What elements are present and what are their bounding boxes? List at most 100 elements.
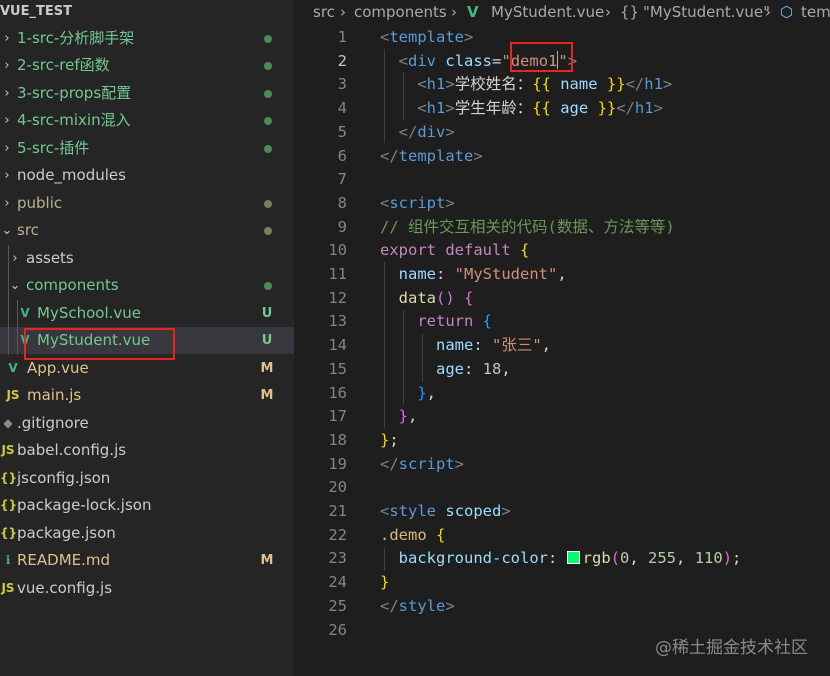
file-tree-item[interactable]: ℹ README.md M [0, 547, 294, 574]
code-line[interactable]: 12 data() { [294, 286, 830, 310]
file-tree-item[interactable]: ⌄ components [0, 272, 294, 299]
breadcrumb-file[interactable]: MyStudent.vue [491, 0, 604, 24]
code-line[interactable]: 9 // 组件交互相关的代码(数据、方法等等) [294, 215, 830, 239]
chevron-down-icon[interactable]: ⌄ [8, 272, 22, 299]
code-line[interactable]: 17 }, [294, 404, 830, 428]
code-line[interactable]: 1 <template> [294, 25, 830, 49]
code-line[interactable]: 15 age: 18, [294, 357, 830, 381]
code-line[interactable]: 11 name: "MyStudent", [294, 262, 830, 286]
code-line[interactable]: 23 background-color: rgb(0, 255, 110); [294, 546, 830, 570]
file-tree-item[interactable]: ⌄ src [0, 217, 294, 244]
file-tree-item[interactable]: › 2-src-ref函数 [0, 52, 294, 79]
chevron-right-icon[interactable]: › [0, 190, 14, 217]
watermark: @稀土掘金技术社区 [655, 638, 808, 658]
file-tree-item[interactable]: {} package-lock.json [0, 492, 294, 519]
code-line[interactable]: 22 .demo { [294, 523, 830, 547]
code-line[interactable]: 2 <div class="demo1"> [294, 49, 830, 73]
chevron-down-icon[interactable]: ⌄ [0, 217, 14, 244]
file-tree-item[interactable]: › 1-src-分析脚手架 [0, 25, 294, 52]
chevron-right-icon[interactable]: › [0, 162, 14, 189]
code-line[interactable]: 25 </style> [294, 594, 830, 618]
file-tree-item-label: main.js [27, 386, 82, 404]
code-content: name: "MyStudent", [380, 262, 567, 286]
code-line[interactable]: 7 [294, 167, 830, 191]
file-tree-item[interactable]: {} package.json [0, 520, 294, 547]
code-line[interactable]: 16 }, [294, 381, 830, 405]
file-tree-item[interactable]: › node_modules [0, 162, 294, 189]
breadcrumb-src[interactable]: src [313, 0, 335, 24]
code-content: <div class="demo1"> [380, 49, 577, 73]
code-line[interactable]: 5 </div> [294, 120, 830, 144]
file-tree-item[interactable]: › 3-src-props配置 [0, 80, 294, 107]
file-tree-item[interactable]: › 4-src-mixin混入 [0, 107, 294, 134]
git-status-dot-icon [264, 282, 272, 290]
chevron-right-icon[interactable]: › [0, 135, 14, 162]
code-token: 110 [694, 549, 723, 568]
explorer-sidebar: VUE_TEST › 1-src-分析脚手架 › 2-src-ref函数 › 3-src-… [0, 0, 294, 676]
file-tree-item[interactable]: JS babel.config.js [0, 437, 294, 464]
code-line[interactable]: 20 [294, 475, 830, 499]
explorer-project-title[interactable]: VUE_TEST [0, 2, 72, 22]
code-line[interactable]: 6 </template> [294, 144, 830, 168]
breadcrumb-template[interactable]: tem [801, 0, 830, 24]
code-token: ; [732, 549, 742, 568]
chevron-right-icon[interactable]: › [0, 52, 14, 79]
code-line[interactable]: 8 <script> [294, 191, 830, 215]
file-tree-item-label: package-lock.json [17, 496, 152, 514]
code-token: : [464, 359, 483, 378]
file-tree-item[interactable]: › public [0, 190, 294, 217]
code-line[interactable]: 4 <h1>学生年龄：{{ age }}</h1> [294, 96, 830, 120]
chevron-right-icon[interactable]: › [0, 107, 14, 134]
code-line[interactable]: 10 export default { [294, 238, 830, 262]
code-editor[interactable]: src › components › V MyStudent.vue › {} … [294, 0, 830, 676]
line-number: 2 [337, 51, 347, 70]
code-token: export [380, 241, 436, 260]
file-tree-item[interactable]: V App.vue M [0, 355, 294, 382]
json-icon: {} [0, 471, 18, 485]
breadcrumb-components[interactable]: components [354, 0, 447, 24]
chevron-right-icon[interactable]: › [0, 25, 14, 52]
code-line[interactable]: 21 <style scoped> [294, 499, 830, 523]
file-tree-item[interactable]: V MyStudent.vue U [0, 327, 294, 354]
line-number: 15 [328, 359, 347, 378]
file-tree-item[interactable]: JS vue.config.js [0, 575, 294, 602]
code-token: h1 [426, 75, 446, 94]
code-line[interactable]: 14 name: "张三", [294, 333, 830, 357]
code-line[interactable]: 24} [294, 570, 830, 594]
file-tree-item[interactable]: ◆ .gitignore [0, 410, 294, 437]
breadcrumb-object[interactable]: "MyStudent.vue" [643, 0, 770, 24]
code-content: } [380, 570, 389, 594]
breadcrumb-separator-icon: › [451, 3, 457, 21]
code-token: , [426, 383, 437, 402]
chevron-right-icon[interactable]: › [8, 245, 22, 272]
chevron-right-icon[interactable]: › [0, 80, 14, 107]
file-tree-item[interactable]: {} jsconfig.json [0, 465, 294, 492]
code-token: , [408, 407, 418, 426]
code-token: template [398, 146, 474, 165]
file-tree-item[interactable]: › assets [0, 245, 294, 272]
file-tree-item[interactable]: › 5-src-插件 [0, 135, 294, 162]
code-token: > [464, 28, 474, 46]
tree-indent-guide [17, 300, 18, 355]
code-line[interactable]: 18}; [294, 428, 830, 452]
git-status-dot-icon [264, 117, 272, 125]
code-content: data() { [380, 286, 474, 310]
color-swatch-icon[interactable] [566, 551, 580, 565]
line-number: 9 [337, 217, 347, 236]
file-tree-item[interactable]: JS main.js M [0, 382, 294, 409]
git-status-dot-icon [264, 90, 272, 98]
file-tree-item[interactable]: V MySchool.vue U [0, 300, 294, 327]
json-icon: {} [0, 526, 18, 540]
code-token: "张三" [492, 336, 542, 355]
breadcrumb-separator-icon: › [340, 3, 346, 21]
code-line[interactable]: 19 </script> [294, 452, 830, 476]
code-token: 255 [648, 549, 677, 568]
code-content: export default { [380, 238, 529, 262]
code-line[interactable]: 3 <h1>学校姓名：{{ name }}</h1> [294, 72, 830, 96]
code-token: div [408, 51, 437, 70]
cube-icon: ⬡ [780, 3, 794, 21]
line-number: 12 [328, 288, 347, 307]
code-line[interactable]: 13 return { [294, 309, 830, 333]
line-number: 19 [328, 454, 347, 473]
code-token: > [445, 99, 455, 118]
